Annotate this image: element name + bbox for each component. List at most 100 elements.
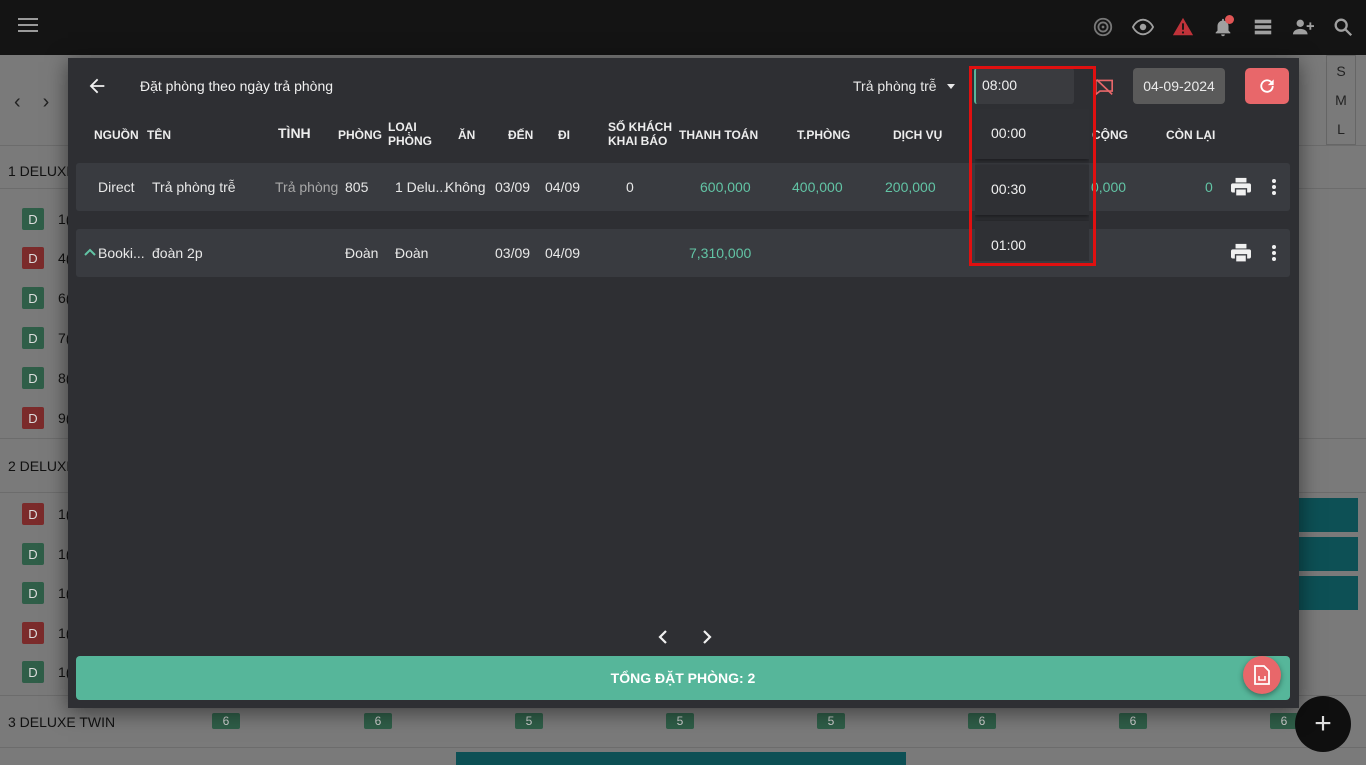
availability-count: 5 bbox=[817, 713, 845, 729]
bell-icon[interactable] bbox=[1210, 14, 1236, 40]
export-file-icon bbox=[1254, 665, 1270, 685]
cell-arrival: 03/09 bbox=[495, 179, 531, 195]
room-status-badge[interactable]: D bbox=[22, 503, 44, 525]
export-button[interactable] bbox=[1243, 656, 1281, 694]
chevron-left-icon[interactable]: ‹ bbox=[14, 91, 21, 114]
radar-icon[interactable] bbox=[1090, 14, 1116, 40]
cell-room-type: Đoàn bbox=[395, 245, 429, 261]
calendar-nav: ‹ › bbox=[14, 91, 49, 114]
annotation-highlight-box bbox=[969, 66, 1096, 266]
notification-dot bbox=[1225, 15, 1234, 24]
chevron-right-icon[interactable]: › bbox=[43, 91, 50, 114]
list-icon[interactable] bbox=[1250, 14, 1276, 40]
chevron-left-icon[interactable] bbox=[656, 630, 670, 644]
table-header: NGUỒN TÊN TÌNH PHÒNG LOẠI PHÒNG ĂN ĐẾN ĐI… bbox=[68, 120, 1299, 160]
dialog-header: Đặt phòng theo ngày trả phòng Trả phòng … bbox=[68, 58, 1299, 115]
column-header-line: LOẠI bbox=[388, 120, 417, 134]
column-header[interactable]: SỐ KHÁCH KHAI BÁO bbox=[608, 120, 672, 148]
menu-icon[interactable] bbox=[18, 18, 38, 34]
search-icon[interactable] bbox=[1330, 14, 1356, 40]
date-picker[interactable]: 04-09-2024 bbox=[1133, 68, 1225, 104]
cell-payment: 7,310,000 bbox=[689, 245, 752, 261]
size-selector: S M L bbox=[1326, 55, 1356, 145]
chevron-right-icon[interactable] bbox=[700, 630, 714, 644]
cell-source: Booki... bbox=[98, 245, 145, 261]
refresh-button[interactable] bbox=[1245, 68, 1289, 104]
eye-icon[interactable] bbox=[1130, 14, 1156, 40]
room-status-badge[interactable]: D bbox=[22, 543, 44, 565]
room-group-label: 1 DELUXE bbox=[8, 163, 76, 179]
print-icon[interactable] bbox=[1230, 243, 1252, 263]
back-arrow-icon[interactable] bbox=[86, 75, 108, 97]
cell-service: 200,000 bbox=[885, 179, 936, 195]
cell-room-charge: 400,000 bbox=[792, 179, 843, 195]
add-booking-fab[interactable]: + bbox=[1295, 696, 1351, 752]
table-row[interactable]: Booki... đoàn 2p Đoàn Đoàn 03/09 04/09 7… bbox=[76, 229, 1290, 277]
availability-count: 5 bbox=[515, 713, 543, 729]
availability-count: 6 bbox=[968, 713, 996, 729]
availability-count: 6 bbox=[1119, 713, 1147, 729]
cell-name: đoàn 2p bbox=[152, 245, 203, 261]
column-header-line: SỐ KHÁCH bbox=[608, 120, 673, 134]
app-bar bbox=[0, 0, 1366, 55]
cell-room: Đoàn bbox=[345, 245, 379, 261]
booking-bar[interactable] bbox=[456, 752, 906, 765]
column-header[interactable]: PHÒNG bbox=[338, 128, 382, 142]
more-options-icon[interactable] bbox=[1272, 245, 1276, 261]
room-status-badge[interactable]: D bbox=[22, 247, 44, 269]
comment-off-icon[interactable] bbox=[1094, 78, 1114, 96]
cell-room-type: 1 Delu... bbox=[395, 179, 448, 195]
column-header[interactable]: DỊCH VỤ bbox=[893, 128, 942, 142]
print-icon[interactable] bbox=[1230, 177, 1252, 197]
column-header[interactable]: NGUỒN bbox=[94, 128, 139, 142]
total-bookings-bar: TỔNG ĐẶT PHÒNG: 2 bbox=[76, 656, 1290, 700]
size-option[interactable]: S bbox=[1336, 63, 1345, 79]
room-status-badge[interactable]: D bbox=[22, 622, 44, 644]
size-option[interactable]: M bbox=[1335, 92, 1347, 108]
booking-bar[interactable] bbox=[1298, 537, 1358, 571]
room-status-badge[interactable]: D bbox=[22, 582, 44, 604]
column-header[interactable]: CỘNG bbox=[1092, 128, 1128, 142]
refresh-icon bbox=[1260, 79, 1274, 93]
column-header[interactable]: THANH TOÁN bbox=[679, 128, 758, 142]
column-header[interactable]: ĂN bbox=[458, 128, 475, 142]
column-header[interactable]: CÒN LẠI bbox=[1166, 128, 1215, 142]
cell-total: 0,000 bbox=[1091, 179, 1127, 195]
table-row[interactable]: Direct Trả phòng trễ Trả phòng 805 1 Del… bbox=[76, 163, 1290, 211]
booking-bar[interactable] bbox=[1298, 498, 1358, 532]
size-option[interactable]: L bbox=[1337, 121, 1345, 137]
more-options-icon[interactable] bbox=[1272, 179, 1276, 195]
cell-departure: 04/09 bbox=[545, 245, 581, 261]
booking-bar[interactable] bbox=[1298, 576, 1358, 610]
column-header[interactable]: TÊN bbox=[147, 128, 171, 142]
room-status-badge[interactable]: D bbox=[22, 407, 44, 429]
add-user-icon[interactable] bbox=[1290, 14, 1316, 40]
status-filter-select[interactable]: Trả phòng trễ bbox=[853, 78, 955, 94]
availability-count: 5 bbox=[666, 713, 694, 729]
room-status-badge[interactable]: D bbox=[22, 287, 44, 309]
room-group-label: 3 DELUXE TWIN bbox=[8, 714, 116, 730]
column-header[interactable]: ĐI bbox=[558, 128, 570, 142]
room-status-badge[interactable]: D bbox=[22, 327, 44, 349]
availability-count: 6 bbox=[212, 713, 240, 729]
room-status-badge[interactable]: D bbox=[22, 208, 44, 230]
column-header[interactable]: TÌNH bbox=[278, 126, 311, 140]
cell-remaining: 0 bbox=[1205, 179, 1213, 195]
column-header-line: KHAI BÁO bbox=[608, 134, 668, 148]
divider bbox=[0, 747, 1366, 748]
cell-name: Trả phòng trễ bbox=[152, 179, 236, 195]
column-header[interactable]: LOẠI PHÒNG bbox=[388, 120, 432, 148]
cell-source: Direct bbox=[98, 179, 135, 195]
chevron-up-icon[interactable] bbox=[84, 247, 96, 257]
column-header[interactable]: ĐẾN bbox=[508, 128, 533, 142]
top-actions bbox=[1090, 14, 1356, 40]
cell-arrival: 03/09 bbox=[495, 245, 531, 261]
room-status-badge[interactable]: D bbox=[22, 661, 44, 683]
cell-room: 805 bbox=[345, 179, 369, 195]
room-group-label: 2 DELUXE bbox=[8, 458, 76, 474]
availability-count: 6 bbox=[1270, 713, 1298, 729]
pagination bbox=[656, 630, 714, 644]
warning-icon[interactable] bbox=[1170, 14, 1196, 40]
room-status-badge[interactable]: D bbox=[22, 367, 44, 389]
column-header[interactable]: T.PHÒNG bbox=[797, 128, 850, 142]
